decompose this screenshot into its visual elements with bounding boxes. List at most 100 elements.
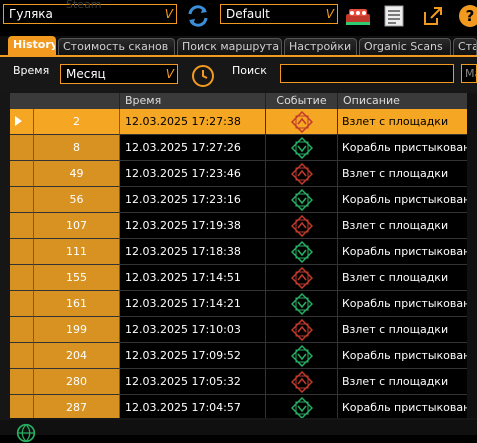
row-time: 12.03.2025 17:23:46 [120,161,266,187]
liftoff-icon [291,215,313,237]
clock-icon[interactable] [191,64,215,88]
character-select-value: Гуляка [9,7,53,21]
row-indicator [10,369,34,395]
row-time: 12.03.2025 17:18:38 [120,239,266,265]
row-event [266,395,338,418]
row-description: Взлет с площадки [338,369,477,395]
tab-scan-cost[interactable]: Стоимость сканов [58,38,175,55]
row-id: 199 [34,317,120,343]
filter-bar: Время Месяц V Поиск Ма [0,57,477,91]
tab-stats[interactable]: Ста [453,38,477,55]
row-id: 2 [34,109,120,135]
row-description: Корабль пристыкован к [338,187,477,213]
row-indicator [10,395,34,418]
row-time: 12.03.2025 17:23:16 [120,187,266,213]
row-time: 12.03.2025 17:27:38 [120,109,266,135]
row-event [266,109,338,135]
row-indicator [10,317,34,343]
table-row[interactable]: 56 12.03.2025 17:23:16 Корабль пристыкован… [10,187,477,213]
table-row[interactable]: 8 12.03.2025 17:27:26 Корабль пристыкован … [10,135,477,161]
chevron-down-icon: V [165,67,174,81]
row-event [266,161,338,187]
table-row[interactable]: 49 12.03.2025 17:23:46 Взлет с площадки [10,161,477,187]
chevron-down-icon: V [325,7,334,21]
column-header-id[interactable] [10,93,120,109]
row-description: Взлет с площадки [338,265,477,291]
row-description: Взлет с площадки [338,161,477,187]
row-id: 56 [34,187,120,213]
row-time: 12.03.2025 17:27:26 [120,135,266,161]
row-time: 12.03.2025 17:19:38 [120,213,266,239]
notes-icon[interactable] [382,4,406,28]
row-id: 287 [34,395,120,418]
row-indicator [10,187,34,213]
tab-route-search[interactable]: Поиск маршрута [177,38,282,55]
liftoff-icon [291,163,313,185]
period-select-value: Месяц [66,67,106,81]
table-row[interactable]: 199 12.03.2025 17:10:03 Взлет с площадки [10,317,477,343]
row-id: 204 [34,343,120,369]
period-select[interactable]: Месяц V [60,64,178,84]
globe-icon [16,423,36,443]
row-indicator [10,239,34,265]
table-row[interactable]: 287 12.03.2025 17:04:57 Корабль пристыкова… [10,395,477,418]
ghost-label: Steam [66,0,102,11]
row-event [266,135,338,161]
table-row[interactable]: 111 12.03.2025 17:18:38 Корабль пристыкова… [10,239,477,265]
history-table: Время Событие Описание 2 12.03.2025 17:27… [10,93,477,418]
row-event [266,369,338,395]
search-input[interactable] [280,64,454,83]
profile-select[interactable]: Default V [220,4,338,24]
row-event [266,239,338,265]
row-description: Корабль пристыкован к [338,343,477,369]
row-id: 107 [34,213,120,239]
table-row[interactable]: 280 12.03.2025 17:05:32 Взлет с площадки [10,369,477,395]
row-indicator [10,135,34,161]
row-id: 8 [34,135,120,161]
time-label: Время [13,64,50,77]
extra-field[interactable]: Ма [461,64,477,83]
table-row[interactable]: 204 12.03.2025 17:09:52 Корабль пристыкова… [10,343,477,369]
column-header-event[interactable]: Событие [266,93,338,109]
column-header-description[interactable]: Описание [338,93,477,109]
liftoff-icon [291,319,313,341]
docked-icon [291,397,313,418]
liftoff-icon [291,111,313,133]
row-time: 12.03.2025 17:04:57 [120,395,266,418]
row-event [266,265,338,291]
table-row[interactable]: 155 12.03.2025 17:14:51 Взлет с площадки [10,265,477,291]
row-description: Корабль пристыкован к [338,239,477,265]
docked-icon [291,293,313,315]
row-event [266,317,338,343]
help-icon[interactable]: ? [458,4,477,28]
tab-settings[interactable]: Настройки [284,38,357,55]
table-header: Время Событие Описание [10,93,477,109]
row-description: Взлет с площадки [338,317,477,343]
profile-select-value: Default [226,7,270,21]
ship-icon[interactable] [343,4,373,28]
character-select[interactable]: Гуляка Steam V [3,0,177,24]
liftoff-icon [291,371,313,393]
table-row[interactable]: 2 12.03.2025 17:27:38 Взлет с площадки [10,109,477,135]
docked-icon [291,241,313,263]
row-time: 12.03.2025 17:10:03 [120,317,266,343]
tab-history[interactable]: History [8,36,56,55]
liftoff-icon [291,267,313,289]
row-indicator [10,161,34,187]
row-time: 12.03.2025 17:14:21 [120,291,266,317]
row-description: Взлет с площадки [338,213,477,239]
row-description: Корабль пристыкован к [338,291,477,317]
row-indicator [10,213,34,239]
row-event [266,343,338,369]
table-row[interactable]: 107 12.03.2025 17:19:38 Взлет с площадки [10,213,477,239]
row-id: 155 [34,265,120,291]
refresh-icon[interactable] [186,4,210,28]
status-bar [0,420,477,443]
table-row[interactable]: 161 12.03.2025 17:14:21 Корабль пристыкова… [10,291,477,317]
row-id: 49 [34,161,120,187]
row-id: 161 [34,291,120,317]
chevron-down-icon: V [164,7,173,21]
tab-organic-scans[interactable]: Organic Scans [359,38,451,55]
column-header-time[interactable]: Время [120,93,266,109]
popout-icon[interactable] [421,4,445,28]
